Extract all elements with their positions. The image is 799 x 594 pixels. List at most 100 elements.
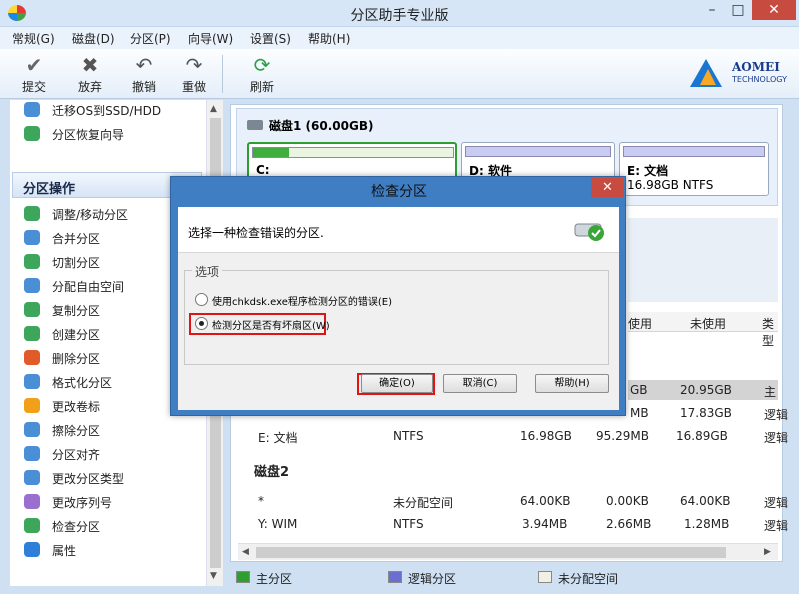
radio-bad-sector-label[interactable]: 检测分区是否有坏扇区(W) (212, 317, 330, 332)
op-label: 格式化分区 (52, 376, 113, 390)
partition-e-name: E: 文档 (627, 164, 669, 178)
op-label: 创建分区 (52, 328, 101, 342)
scroll-left-icon[interactable]: ◀ (242, 547, 249, 557)
discard-label: 放弃 (77, 80, 102, 94)
menu-partition[interactable]: 分区(P) (130, 30, 171, 47)
scroll-up-icon[interactable]: ▲ (210, 104, 217, 114)
label-icon (24, 398, 40, 413)
menu-help[interactable]: 帮助(H) (308, 30, 350, 47)
partition-d-usage-bar (465, 146, 611, 157)
op-label: 检查分区 (52, 520, 101, 534)
radio-bad-sector[interactable] (195, 317, 208, 330)
op-label: 分配自由空间 (52, 280, 125, 294)
dialog-title: 检查分区 (371, 184, 427, 200)
col-used[interactable]: 使用 (628, 315, 652, 332)
menu-wizard[interactable]: 向导(W) (188, 30, 233, 47)
redo-button[interactable]: ↷ 重做 (172, 51, 216, 97)
op-label: 切割分区 (52, 256, 101, 270)
table-horizontal-scrollbar[interactable]: ◀ ▶ (238, 543, 778, 560)
migrate-icon (24, 102, 40, 117)
logo-mark-accent-icon (700, 69, 716, 85)
menu-disk[interactable]: 磁盘(D) (72, 30, 115, 47)
info-icon (24, 542, 40, 557)
commit-button[interactable]: ✔ 提交 (12, 51, 56, 97)
logo-subtext: TECHNOLOGY (732, 75, 787, 84)
partition-e-block[interactable]: E: 文档 16.98GB NTFS (619, 142, 769, 196)
allocate-icon (24, 278, 40, 293)
redo-label: 重做 (181, 80, 206, 94)
row-y-type: 逻辑 (764, 519, 789, 533)
cross-icon: ✖ (81, 53, 99, 77)
op-label: 擦除分区 (52, 424, 101, 438)
row-unalloc-capacity: 64.00KB (520, 494, 571, 508)
row-c-type: 主 (764, 385, 777, 399)
legend-primary-swatch (236, 571, 250, 583)
h-scroll-thumb[interactable] (256, 547, 726, 558)
partition-c-usage-bar (252, 147, 454, 158)
row-unalloc-used: 0.00KB (606, 494, 649, 508)
disk1-title: 磁盘1 (60.00GB) (269, 119, 374, 133)
col-type[interactable]: 类型 (762, 315, 778, 349)
maximize-button[interactable]: □ (726, 0, 750, 20)
aomei-logo: AOMEI TECHNOLOGY (690, 57, 790, 91)
col-free[interactable]: 未使用 (690, 315, 726, 332)
help-button[interactable]: 帮助(H) (535, 374, 609, 393)
scroll-down-icon[interactable]: ▼ (210, 571, 217, 581)
table-header: 使用 未使用 类型 (628, 312, 778, 348)
undo-label: 撤销 (131, 80, 156, 94)
wizard-label: 分区恢复向导 (52, 128, 125, 142)
radio-chkdsk[interactable] (195, 293, 208, 306)
minimize-button[interactable]: – (700, 0, 724, 20)
wipe-icon (24, 422, 40, 437)
row-y-name: Y: WIM (258, 517, 298, 531)
check-partition-dialog: 检查分区 ✕ 选择一种检查错误的分区. 选项 使用chkdsk.exe程序检测分… (170, 176, 626, 416)
op-label: 删除分区 (52, 352, 101, 366)
radio-selected-dot (199, 321, 204, 326)
commit-label: 提交 (21, 80, 46, 94)
row-d-type: 逻辑 (764, 408, 789, 422)
op-label: 更改卷标 (52, 400, 101, 414)
type-icon (24, 470, 40, 485)
toolbar-separator (222, 55, 223, 93)
close-button[interactable]: ✕ (752, 0, 796, 20)
dialog-close-button[interactable]: ✕ (591, 178, 624, 197)
legend-unallocated-label: 未分配空间 (558, 572, 619, 586)
row-c-capacity: GB (630, 383, 648, 397)
row-unalloc-fs: 未分配空间 (393, 496, 454, 510)
redo-icon: ↷ (185, 53, 203, 77)
row-e-free: 16.89GB (676, 429, 728, 443)
menu-settings[interactable]: 设置(S) (250, 30, 291, 47)
toolbar: ✔ 提交 ✖ 放弃 ↶ 撤销 ↷ 重做 ⟳ 刷新 AOMEI TECHNOLOG… (0, 49, 799, 99)
row-e-fs: NTFS (393, 429, 424, 443)
partition-c-name: C: (256, 163, 270, 177)
refresh-icon: ⟳ (253, 53, 271, 77)
menu-general[interactable]: 常规(G) (12, 30, 55, 47)
disk2-map-partial (628, 218, 778, 302)
format-icon (24, 374, 40, 389)
disk-check-icon (574, 223, 604, 241)
row-c-free: 20.95GB (680, 383, 732, 397)
copy-icon (24, 302, 40, 317)
options-group-label: 选项 (192, 263, 223, 280)
legend-logical-swatch (388, 571, 402, 583)
window-title: 分区助手专业版 (350, 8, 449, 24)
undo-button[interactable]: ↶ 撤销 (122, 51, 166, 97)
row-y-used: 2.66MB (606, 517, 652, 531)
align-icon (24, 446, 40, 461)
row-y-fs: NTFS (393, 517, 424, 531)
partition-e-info: 16.98GB NTFS (627, 178, 714, 192)
title-bar: 分区助手专业版 – □ ✕ (0, 0, 799, 27)
scroll-right-icon[interactable]: ▶ (764, 547, 771, 557)
check-partition-icon (24, 518, 40, 533)
dialog-prompt: 选择一种检查错误的分区. (188, 226, 324, 240)
discard-button[interactable]: ✖ 放弃 (68, 51, 112, 97)
op-label: 更改分区类型 (52, 472, 125, 486)
refresh-button[interactable]: ⟳ 刷新 (240, 51, 284, 97)
radio-chkdsk-label[interactable]: 使用chkdsk.exe程序检测分区的错误(E) (212, 293, 392, 308)
logo-text: AOMEI (732, 60, 780, 74)
dialog-banner: 选择一种检查错误的分区. (178, 207, 619, 253)
ok-button[interactable]: 确定(O) (361, 374, 433, 393)
row-e-capacity: 16.98GB (520, 429, 572, 443)
cancel-button[interactable]: 取消(C) (443, 374, 517, 393)
legend-primary-label: 主分区 (256, 572, 293, 586)
